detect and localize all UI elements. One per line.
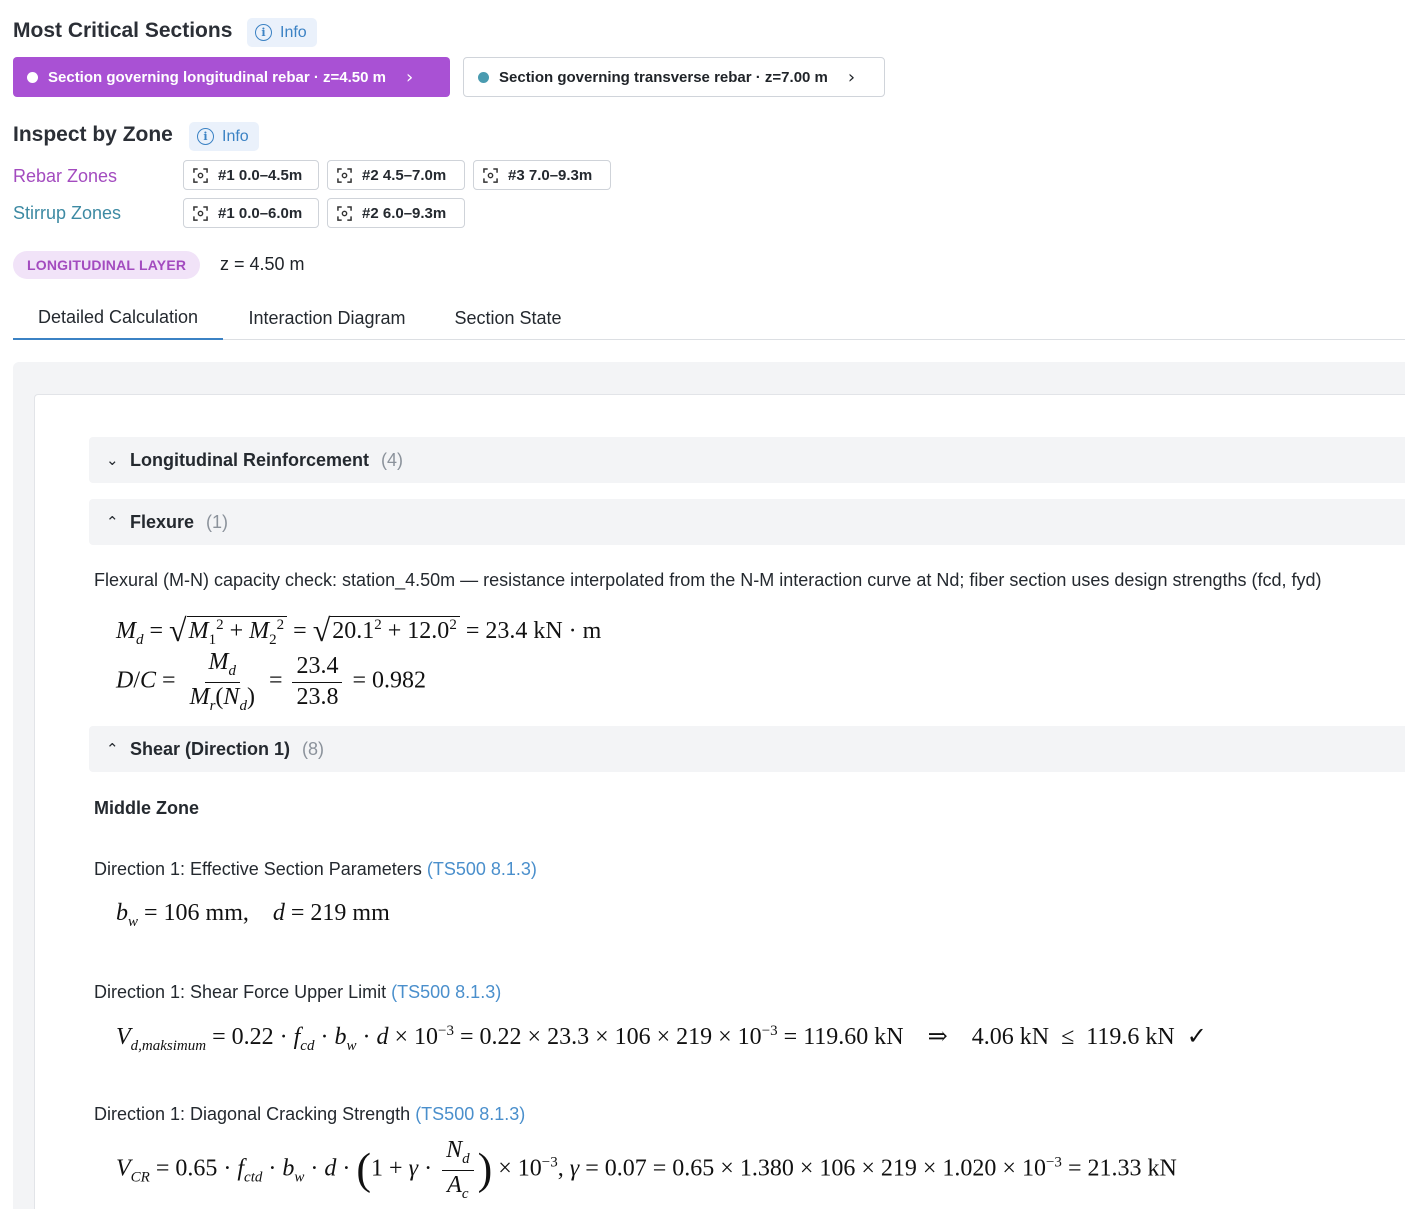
flexure-description: Flexural (M-N) capacity check: station_4… [94, 570, 1322, 590]
chevron-right-icon: › [847, 66, 856, 88]
rebar-zones-label: Rebar Zones [13, 166, 118, 186]
section-count: (4) [381, 449, 404, 470]
flexure-header[interactable]: ⌃ Flexure (1) [89, 499, 1405, 545]
rebar-zone-chip-1[interactable]: #1 0.0–4.5m [183, 160, 319, 190]
diagonal-cracking-equation: VCR = 0.65 · fctd · bw · d · (1 + γ · Nd… [116, 1137, 1177, 1202]
moment-resultant-equation: Md = √M12 + M22 = √20.12 + 12.02 = 23.4 … [116, 612, 602, 648]
section-title: Flexure [130, 511, 195, 532]
stirrup-zone-chip-1[interactable]: #1 0.0–6.0m [183, 198, 319, 228]
tab-interaction-diagram[interactable]: Interaction Diagram [235, 296, 419, 340]
focus-icon [193, 167, 208, 183]
chevron-down-icon: ⌄ [106, 451, 119, 469]
chip-label: #2 6.0–9.3m [362, 204, 447, 222]
chevron-up-icon: ⌃ [106, 513, 119, 531]
item-label: Direction 1: Diagonal Cracking Strength [94, 1104, 411, 1124]
section-title: Shear (Direction 1) [130, 738, 291, 759]
inspect-zone-title: Inspect by Zone [13, 123, 173, 146]
code-reference-link[interactable]: (TS500 8.1.3) [427, 859, 537, 879]
stirrup-zone-chip-2[interactable]: #2 6.0–9.3m [327, 198, 465, 228]
critical-sections-title: Most Critical Sections [13, 19, 233, 42]
info-icon: i [255, 24, 272, 41]
item-label: Direction 1: Effective Section Parameter… [94, 859, 422, 879]
critical-info-button[interactable]: i Info [247, 18, 317, 47]
effective-params-equation: bw = 106 mm, d = 219 mm [116, 900, 390, 930]
button-label: Section governing longitudinal rebar · z… [48, 68, 386, 86]
chip-label: #1 0.0–6.0m [218, 204, 303, 222]
rebar-zone-chip-3[interactable]: #3 7.0–9.3m [473, 160, 611, 190]
section-count: (1) [206, 511, 229, 532]
longitudinal-governing-section-button[interactable]: Section governing longitudinal rebar · z… [13, 57, 450, 97]
station-z-label: z = 4.50 m [220, 254, 305, 274]
longitudinal-reinforcement-header[interactable]: ⌄ Longitudinal Reinforcement (4) [89, 437, 1405, 483]
code-reference-link[interactable]: (TS500 8.1.3) [391, 982, 501, 1002]
shear-item-diagonal-cracking: Direction 1: Diagonal Cracking Strength … [94, 1104, 525, 1125]
rebar-zone-chip-2[interactable]: #2 4.5–7.0m [327, 160, 465, 190]
tab-section-state[interactable]: Section State [443, 296, 573, 340]
transverse-governing-section-button[interactable]: Section governing transverse rebar · z=7… [463, 57, 885, 97]
layer-badge: LONGITUDINAL LAYER [13, 251, 201, 279]
chip-label: #3 7.0–9.3m [508, 166, 593, 184]
chip-label: #2 4.5–7.0m [362, 166, 447, 184]
button-label: Section governing transverse rebar · z=7… [499, 68, 828, 86]
focus-icon [337, 205, 352, 221]
chevron-right-icon: › [405, 66, 414, 88]
demand-capacity-equation: D/C = Md Mr(Nd) = 23.4 23.8 = 0.982 [116, 649, 427, 714]
section-title: Longitudinal Reinforcement [130, 449, 370, 470]
dot-icon [478, 71, 489, 83]
info-label: Info [280, 23, 307, 41]
chip-label: #1 0.0–4.5m [218, 166, 303, 184]
focus-icon [483, 167, 498, 183]
shear-direction-1-header[interactable]: ⌃ Shear (Direction 1) (8) [89, 726, 1405, 772]
inspect-info-button[interactable]: i Info [189, 122, 259, 151]
chevron-up-icon: ⌃ [106, 740, 119, 758]
section-count: (8) [302, 738, 325, 759]
code-reference-link[interactable]: (TS500 8.1.3) [415, 1104, 525, 1124]
dot-icon [27, 71, 38, 83]
stirrup-zones-label: Stirrup Zones [13, 203, 122, 223]
middle-zone-title: Middle Zone [94, 798, 199, 818]
shear-upper-limit-equation: Vd,maksimum = 0.22 · fcd · bw · d × 10−3… [116, 1023, 1207, 1054]
info-icon: i [197, 128, 214, 145]
focus-icon [193, 205, 208, 221]
item-label: Direction 1: Shear Force Upper Limit [94, 982, 387, 1002]
tab-bar: Detailed Calculation Interaction Diagram… [13, 296, 1405, 340]
tab-detailed-calculation[interactable]: Detailed Calculation [13, 296, 223, 340]
info-label: Info [222, 127, 249, 145]
focus-icon [337, 167, 352, 183]
shear-item-upper-limit: Direction 1: Shear Force Upper Limit (TS… [94, 982, 501, 1003]
shear-item-effective-params: Direction 1: Effective Section Parameter… [94, 859, 537, 880]
